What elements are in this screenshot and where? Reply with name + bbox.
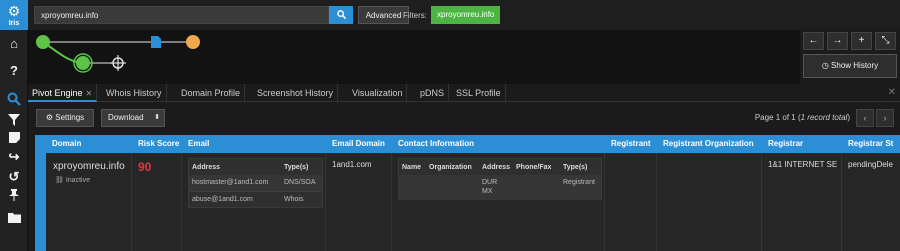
- filters-label: Filters:: [403, 11, 427, 20]
- compress-button[interactable]: ⤡: [875, 32, 896, 50]
- column-divider: [656, 153, 657, 251]
- tab-ssl-profile[interactable]: SSL Profile: [452, 84, 506, 102]
- download-select[interactable]: Download ⬍: [101, 109, 165, 127]
- email-subtable: Address Type(s) hostmaster@1and1.com DNS…: [188, 158, 323, 208]
- document-node-icon[interactable]: [151, 36, 161, 48]
- results-table: Domain Risk Score Email Email Domain Con…: [35, 135, 900, 251]
- settings-label: Settings: [55, 113, 85, 122]
- column-header-registrar-status[interactable]: Registrar St: [848, 135, 893, 153]
- crosshair-node-icon[interactable]: [110, 55, 126, 71]
- tab-visualization[interactable]: Visualization: [348, 84, 408, 102]
- email-domain-cell[interactable]: 1and1.com: [332, 160, 372, 169]
- tab-bar: Pivot Engine ✕ Whois History Domain Profi…: [28, 84, 900, 102]
- tab-screenshot-history[interactable]: Screenshot History: [253, 84, 339, 102]
- gear-icon: ⚙: [45, 113, 54, 122]
- paging-suffix: ): [847, 113, 850, 122]
- paging-info: Page 1 of 1 (1 record total): [755, 113, 850, 122]
- column-divider: [391, 153, 392, 251]
- graph-node-start[interactable]: [36, 35, 50, 49]
- pin-icon[interactable]: [0, 184, 28, 206]
- column-header-registrant-organization[interactable]: Registrant Organization: [663, 135, 754, 153]
- settings-button[interactable]: ⚙ Settings: [36, 109, 94, 127]
- home-icon[interactable]: ⌂: [0, 33, 28, 55]
- select-caret-icon: ⬍: [154, 114, 160, 121]
- contact-address-line: DUR: [482, 179, 498, 186]
- email-address[interactable]: abuse@1and1.com: [192, 196, 253, 203]
- search-bar: Advanced Filters: xproyomreu.info: [28, 0, 900, 30]
- contact-type: Registrant: [563, 179, 595, 186]
- paging-total: 1 record total: [800, 113, 848, 122]
- contact-sub-header-phone-fax: Phone/Fax: [516, 164, 552, 171]
- panel-close-icon[interactable]: ✕: [888, 84, 896, 102]
- status-text: Inactive: [65, 177, 90, 184]
- pivot-graph[interactable]: [28, 30, 800, 84]
- column-header-contact-information[interactable]: Contact Information: [398, 135, 474, 153]
- email-type: DNS/SOA: [284, 179, 316, 186]
- next-page-button[interactable]: ›: [876, 109, 894, 127]
- forward-arrow-button[interactable]: →: [827, 32, 848, 50]
- contact-sub-header-organization: Organization: [429, 164, 472, 171]
- help-icon[interactable]: ?: [0, 60, 28, 82]
- tab-domain-profile[interactable]: Domain Profile: [177, 84, 246, 102]
- email-sub-header-address: Address: [192, 164, 221, 171]
- prev-page-button[interactable]: ‹: [856, 109, 874, 127]
- tab-pivot-engine[interactable]: Pivot Engine ✕: [28, 84, 98, 102]
- column-header-email-domain[interactable]: Email Domain: [332, 135, 385, 153]
- advanced-button[interactable]: Advanced: [358, 6, 409, 24]
- registrar-cell[interactable]: 1&1 INTERNET SE: [768, 160, 837, 169]
- active-filter-chip[interactable]: xproyomreu.info: [431, 6, 501, 24]
- column-header-email[interactable]: Email: [188, 135, 209, 153]
- search-input[interactable]: [34, 6, 329, 24]
- column-header-registrar[interactable]: Registrar: [768, 135, 803, 153]
- table-header: Domain Risk Score Email Email Domain Con…: [35, 135, 900, 153]
- paging-prefix: Page 1 of 1 (: [754, 113, 801, 122]
- graph-node-orange[interactable]: [186, 35, 200, 49]
- graph-node-selected[interactable]: [76, 56, 90, 70]
- domain-status: ⛓ Inactive: [55, 176, 90, 184]
- contact-sub-header-address: Address: [482, 164, 511, 171]
- email-type: Whois: [284, 196, 304, 203]
- left-navigation-rail: ⚙ Iris ⌂ ? ↪ ↺: [0, 0, 28, 251]
- clock-icon: ◷: [821, 61, 829, 70]
- row-divider: [189, 191, 322, 192]
- tab-pdns[interactable]: pDNS: [416, 84, 450, 102]
- contact-sub-header-name: Name: [402, 164, 422, 171]
- column-divider: [325, 153, 326, 251]
- row-selection-accent: [35, 153, 46, 251]
- column-header-domain[interactable]: Domain: [52, 135, 81, 153]
- show-history-button[interactable]: ◷ Show History: [803, 54, 897, 78]
- column-divider: [131, 153, 132, 251]
- risk-score-value[interactable]: 90: [138, 160, 151, 174]
- download-label: Download: [108, 113, 144, 122]
- back-arrow-button[interactable]: ←: [803, 32, 824, 50]
- column-header-risk-score[interactable]: Risk Score: [138, 135, 179, 153]
- share-icon[interactable]: ↪: [0, 146, 28, 168]
- domain-cell[interactable]: xproyomreu.info: [53, 161, 125, 172]
- registrar-status-cell[interactable]: pendingDele: [848, 160, 893, 169]
- gear-logo-icon: ⚙: [7, 3, 21, 19]
- search-icon[interactable]: [0, 88, 28, 110]
- tab-whois-history[interactable]: Whois History: [102, 84, 167, 102]
- tab-label: Pivot Engine: [32, 88, 83, 98]
- unlink-icon: ⛓: [55, 177, 64, 184]
- add-button[interactable]: +: [851, 32, 872, 50]
- contact-address-line: MX: [482, 188, 493, 195]
- column-divider: [841, 153, 842, 251]
- history-controls: ← → + ⤡ ◷ Show History: [803, 32, 897, 82]
- column-header-registrant[interactable]: Registrant: [611, 135, 651, 153]
- close-icon[interactable]: ✕: [86, 89, 93, 98]
- column-divider: [604, 153, 605, 251]
- contact-sub-header-types: Type(s): [563, 164, 588, 171]
- folder-icon[interactable]: [0, 206, 28, 228]
- email-address[interactable]: hostmaster@1and1.com: [192, 179, 268, 186]
- column-divider: [181, 153, 182, 251]
- search-button[interactable]: [329, 6, 353, 24]
- results-toolbar: ⚙ Settings Download ⬍ Page 1 of 1 (1 rec…: [28, 104, 900, 134]
- iris-logo[interactable]: ⚙ Iris: [0, 0, 28, 30]
- logo-text: Iris: [8, 20, 20, 27]
- show-history-label: Show History: [831, 61, 879, 70]
- email-sub-header-types: Type(s): [284, 164, 309, 171]
- contact-subtable: Name Organization Address Phone/Fax Type…: [398, 158, 602, 200]
- column-divider: [761, 153, 762, 251]
